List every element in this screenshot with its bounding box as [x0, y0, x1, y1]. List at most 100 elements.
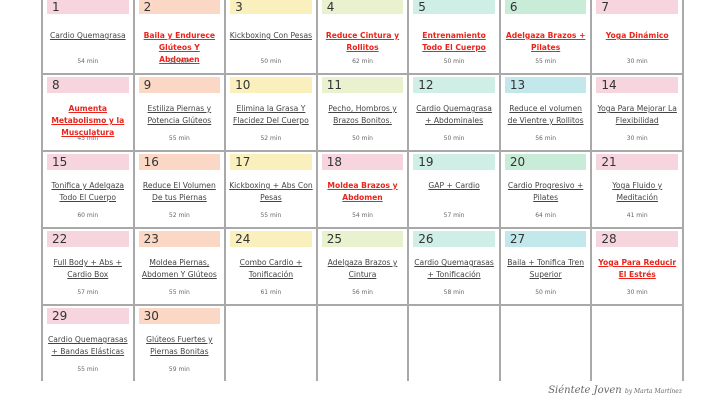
- workout-link[interactable]: Full Body + Abs + Cardio Box: [46, 257, 130, 281]
- workout-link[interactable]: Tonifica y Adelgaza Todo El Cuerpo: [46, 180, 130, 204]
- calendar-day: 20 Cardio Progresivo + Pilates 64 min: [500, 150, 593, 227]
- day-number: 5: [413, 0, 495, 14]
- workout-link[interactable]: Cardio Progresivo + Pilates: [504, 180, 588, 204]
- day-number: 20: [504, 154, 587, 170]
- signature: Siéntete Joven by Marta Martínez: [548, 385, 682, 396]
- workout-duration: 55 min: [77, 366, 99, 373]
- calendar-day: 8 Aumenta Metabolismo y la Musculatura 43 …: [43, 73, 135, 150]
- day-number: 12: [413, 77, 495, 93]
- day-number: 6: [504, 0, 587, 14]
- workout-link[interactable]: Reduce El Volumen De tus Piernas: [138, 180, 222, 204]
- workout-link[interactable]: Entrenamiento Todo El Cuerpo: [412, 30, 496, 54]
- calendar-day: 4 Reduce Cintura y Rollitos 62 min: [317, 0, 410, 73]
- workout-duration: 30 min: [626, 135, 648, 142]
- workout-link[interactable]: Glúteos Fuertes y Piernas Bonitas: [138, 334, 222, 358]
- day-number: 3: [230, 0, 312, 14]
- calendar-day: 29 Cardio Quemagrasas + Bandas Elásticas 5…: [43, 304, 135, 381]
- day-number: 24: [230, 231, 312, 247]
- day-number: 8: [47, 77, 129, 93]
- calendar-day: 12 Cardio Quemagrasa + Abdominales 50 min: [409, 73, 501, 150]
- workout-duration: 51 min: [168, 58, 190, 65]
- calendar-day: 3 Kickboxing Con Pesas 50 min: [226, 0, 318, 73]
- workout-duration: 55 min: [260, 212, 282, 219]
- workout-link[interactable]: Elimina la Grasa Y Flacidez Del Cuerpo: [229, 103, 313, 127]
- workout-link[interactable]: Yoga Dinámico: [595, 30, 679, 42]
- workout-duration: 41 min: [626, 212, 648, 219]
- workout-link[interactable]: Moldea Brazos y Abdomen: [321, 180, 405, 204]
- workout-link[interactable]: Yoga Para Mejorar La Flexibilidad: [595, 103, 679, 127]
- calendar-day: 17 Kickboxing + Abs Con Pesas 55 min: [226, 150, 318, 227]
- calendar-day: 27 Baila + Tonifica Tren Superior 50 min: [500, 227, 593, 304]
- workout-link[interactable]: Aumenta Metabolismo y la Musculatura: [46, 103, 130, 139]
- calendar-day: 10 Elimina la Grasa Y Flacidez Del Cuerpo…: [226, 73, 318, 150]
- day-number: 9: [138, 77, 221, 93]
- workout-duration: 56 min: [535, 135, 557, 142]
- day-number: 13: [504, 77, 587, 93]
- day-number: 26: [413, 231, 495, 247]
- workout-link[interactable]: Cardio Quemagrasas + Tonificación: [412, 257, 496, 281]
- workout-duration: 55 min: [168, 135, 190, 142]
- workout-duration: 54 min: [352, 212, 373, 219]
- workout-link[interactable]: Kickboxing Con Pesas: [229, 30, 313, 42]
- day-number: 14: [596, 77, 678, 93]
- day-number: 7: [596, 0, 678, 14]
- empty-day-cell: [409, 304, 501, 381]
- calendar-day: 21 Yoga Fluido y Meditación 41 min: [592, 150, 684, 227]
- workout-duration: 62 min: [352, 58, 373, 65]
- workout-link[interactable]: Kickboxing + Abs Con Pesas: [229, 180, 313, 204]
- calendar-day: 24 Combo Cardio + Tonificación 61 min: [226, 227, 318, 304]
- workout-duration: 50 min: [443, 58, 465, 65]
- workout-link[interactable]: Yoga Fluido y Meditación: [595, 180, 679, 204]
- day-number: 30: [138, 308, 221, 324]
- workout-duration: 57 min: [77, 289, 99, 296]
- workout-link[interactable]: Cardio Quemagrasa: [46, 30, 130, 42]
- workout-link[interactable]: Adelgaza Brazos y Cintura: [321, 257, 405, 281]
- workout-link[interactable]: Estiliza Piernas y Potencia Glúteos: [138, 103, 222, 127]
- workout-link[interactable]: GAP + Cardio: [412, 180, 496, 192]
- workout-duration: 64 min: [535, 212, 557, 219]
- day-number: 15: [47, 154, 129, 170]
- calendar-day: 13 Reduce el volumen de Vientre y Rollito…: [500, 73, 593, 150]
- day-number: 29: [47, 308, 129, 324]
- workout-duration: 50 min: [352, 135, 373, 142]
- workout-link[interactable]: Yoga Para Reducir El Estrés: [595, 257, 679, 281]
- workout-link[interactable]: Adelgaza Brazos + Pilates: [504, 30, 588, 54]
- calendar-day: 19 GAP + Cardio 57 min: [409, 150, 501, 227]
- workout-link[interactable]: Reduce Cintura y Rollitos: [321, 30, 405, 54]
- workout-calendar: 1 Cardio Quemagrasa 54 min 2 Baila y Endurec…: [41, 0, 684, 381]
- workout-duration: 61 min: [260, 289, 282, 296]
- day-number: 23: [138, 231, 221, 247]
- day-number: 1: [47, 0, 129, 14]
- calendar-day: 5 Entrenamiento Todo El Cuerpo 50 min: [409, 0, 501, 73]
- workout-duration: 58 min: [443, 289, 465, 296]
- empty-day-cell: [592, 304, 684, 381]
- day-number: 25: [321, 231, 404, 247]
- calendar-day: 2 Baila y Endurece Glúteos Y Abdomen 51 mi…: [134, 0, 227, 73]
- calendar-day: 26 Cardio Quemagrasas + Tonificación 58 mi…: [409, 227, 501, 304]
- workout-link[interactable]: Pecho, Hombros y Brazos Bonitos.: [321, 103, 405, 127]
- workout-link[interactable]: Combo Cardio + Tonificación: [229, 257, 313, 281]
- calendar-day: 7 Yoga Dinámico 30 min: [592, 0, 684, 73]
- calendar-day: 28 Yoga Para Reducir El Estrés 30 min: [592, 227, 684, 304]
- workout-link[interactable]: Cardio Quemagrasa + Abdominales: [412, 103, 496, 127]
- workout-link[interactable]: Cardio Quemagrasas + Bandas Elásticas: [46, 334, 130, 358]
- workout-link[interactable]: Baila + Tonifica Tren Superior: [504, 257, 588, 281]
- day-number: 2: [138, 0, 221, 14]
- empty-day-cell: [317, 304, 410, 381]
- workout-duration: 30 min: [626, 289, 648, 296]
- calendar-day: 9 Estiliza Piernas y Potencia Glúteos 55 m…: [134, 73, 227, 150]
- calendar-day: 18 Moldea Brazos y Abdomen 54 min: [317, 150, 410, 227]
- day-number: 27: [504, 231, 587, 247]
- workout-duration: 52 min: [168, 212, 190, 219]
- calendar-day: 6 Adelgaza Brazos + Pilates 55 min: [500, 0, 593, 73]
- workout-duration: 30 min: [626, 58, 648, 65]
- empty-day-cell: [226, 304, 318, 381]
- workout-duration: 60 min: [77, 212, 99, 219]
- workout-duration: 55 min: [168, 289, 190, 296]
- day-number: 10: [230, 77, 312, 93]
- workout-link[interactable]: Reduce el volumen de Vientre y Rollitos: [504, 103, 588, 127]
- workout-duration: 43 min: [77, 135, 99, 142]
- workout-link[interactable]: Moldea Piernas, Abdomen Y Glúteos: [138, 257, 222, 281]
- calendar-day: 30 Glúteos Fuertes y Piernas Bonitas 59 mi…: [134, 304, 227, 381]
- calendar-day: 11 Pecho, Hombros y Brazos Bonitos. 50 min: [317, 73, 410, 150]
